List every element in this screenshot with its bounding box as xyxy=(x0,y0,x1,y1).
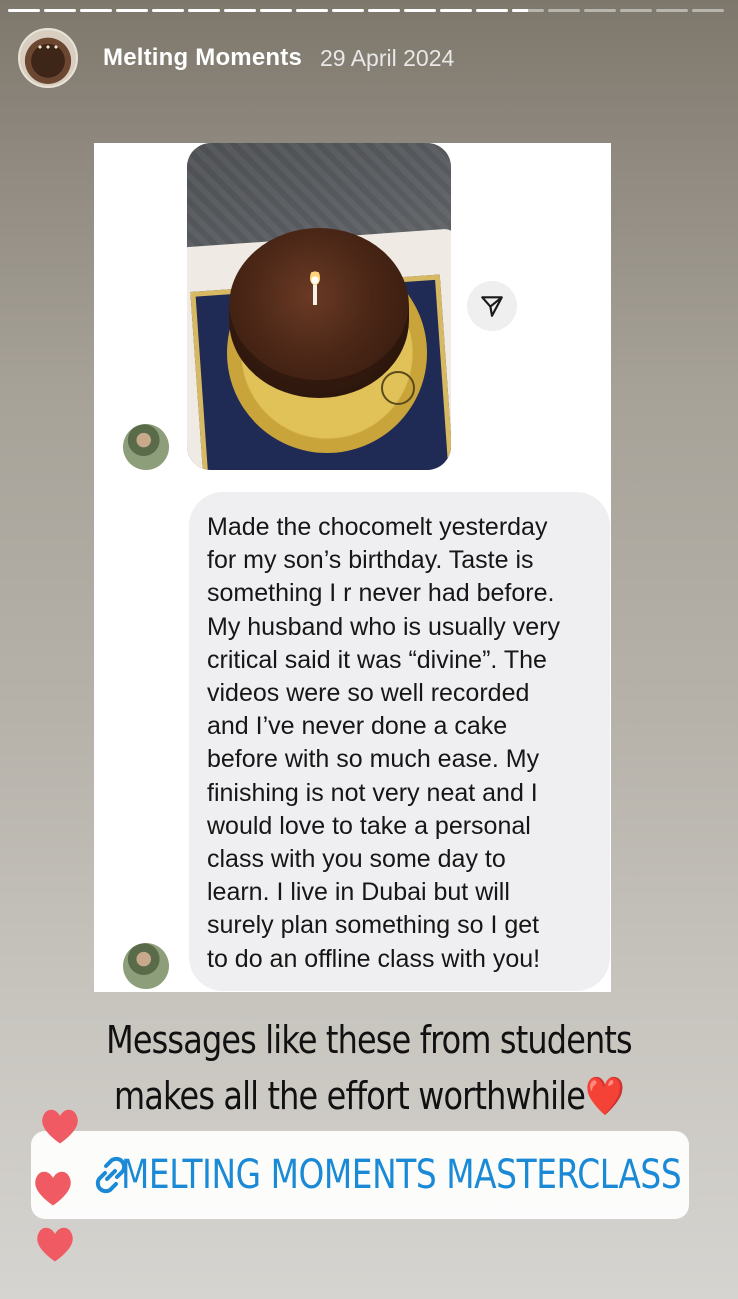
heart-icon xyxy=(37,1227,73,1262)
progress-segment xyxy=(548,9,580,12)
progress-segment xyxy=(584,9,616,12)
progress-segment xyxy=(332,9,364,12)
progress-segment xyxy=(8,9,40,12)
progress-segment xyxy=(656,9,688,12)
progress-segment xyxy=(80,9,112,12)
profile-avatar[interactable] xyxy=(18,28,78,88)
progress-segment xyxy=(296,9,328,12)
story-header: Melting Moments 29 April 2024 xyxy=(18,28,454,88)
progress-segment xyxy=(116,9,148,12)
story-progress-bar xyxy=(8,9,724,12)
cake-photo xyxy=(187,143,451,470)
heart-icon xyxy=(35,1171,71,1206)
share-button[interactable] xyxy=(467,281,517,331)
message-bubble: Made the chocomelt yesterday for my son’… xyxy=(189,492,610,991)
sender-avatar xyxy=(123,424,169,470)
caption-text: Messages like these from students makes … xyxy=(106,1018,633,1118)
post-date: 29 April 2024 xyxy=(320,44,455,71)
link-label: MELTING MOMENTS MASTERCLASS xyxy=(121,1152,682,1198)
story-caption: Messages like these from students makes … xyxy=(59,1012,679,1124)
progress-segment xyxy=(404,9,436,12)
progress-segment xyxy=(44,9,76,12)
progress-segment xyxy=(440,9,472,12)
progress-segment xyxy=(152,9,184,12)
progress-segment xyxy=(188,9,220,12)
link-sticker[interactable]: MELTING MOMENTS MASTERCLASS xyxy=(31,1131,689,1219)
progress-segment xyxy=(368,9,400,12)
progress-segment xyxy=(224,9,256,12)
red-heart-emoji: ❤️ xyxy=(585,1074,625,1118)
send-icon xyxy=(481,296,503,317)
heart-icon xyxy=(42,1109,78,1144)
sender-avatar xyxy=(123,943,169,989)
progress-segment xyxy=(476,9,508,12)
progress-segment xyxy=(620,9,652,12)
progress-segment xyxy=(260,9,292,12)
username[interactable]: Melting Moments xyxy=(103,44,302,72)
message-text: Made the chocomelt yesterday for my son’… xyxy=(207,513,560,973)
progress-segment xyxy=(512,9,544,12)
progress-segment xyxy=(692,9,724,12)
